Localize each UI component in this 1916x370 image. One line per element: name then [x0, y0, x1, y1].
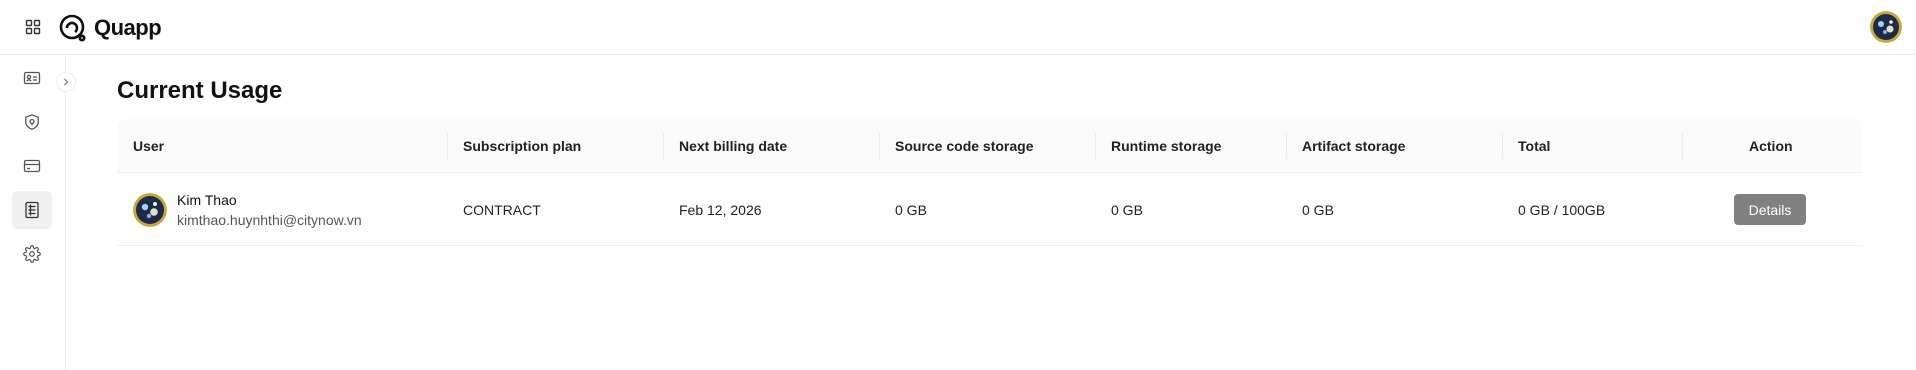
chevron-right-icon	[64, 78, 69, 86]
col-user: User	[133, 138, 165, 154]
gear-icon	[23, 245, 41, 263]
sidebar-item-usage[interactable]	[12, 191, 52, 229]
column-divider	[1502, 133, 1503, 159]
plan-cell: CONTRACT	[463, 201, 541, 218]
user-avatar	[133, 192, 167, 227]
user-email: kimthao.huynhthi@citynow.vn	[177, 211, 362, 228]
sidebar-collapse-button[interactable]	[56, 72, 76, 92]
total-storage-cell: 0 GB / 100GB	[1518, 201, 1606, 218]
id-card-icon	[23, 71, 41, 85]
user-cell: Kim Thao kimthao.huynhthi@citynow.vn	[133, 173, 362, 246]
column-divider	[447, 133, 448, 159]
sidebar-item-security[interactable]	[12, 103, 52, 141]
quapp-logo-icon	[59, 14, 86, 42]
col-runtime: Runtime storage	[1111, 138, 1222, 154]
sidebar-item-billing[interactable]	[12, 147, 52, 185]
user-avatar[interactable]	[1870, 11, 1902, 43]
table-row: Kim Thao kimthao.huynhthi@citynow.vn CON…	[117, 173, 1862, 246]
user-name: Kim Thao	[177, 191, 237, 208]
col-action: Action	[1749, 138, 1793, 154]
sidebar-item-profile[interactable]	[12, 59, 52, 97]
credit-card-icon	[23, 159, 41, 173]
app-name: Quapp	[94, 15, 162, 40]
details-button[interactable]: Details	[1734, 194, 1806, 225]
shield-icon	[25, 114, 39, 130]
source-storage-cell: 0 GB	[895, 201, 927, 218]
col-plan: Subscription plan	[463, 138, 582, 154]
action-cell: Details	[1734, 173, 1806, 246]
col-total: Total	[1518, 138, 1551, 154]
column-divider	[879, 133, 880, 159]
col-source: Source code storage	[895, 138, 1034, 154]
runtime-storage-cell: 0 GB	[1111, 201, 1143, 218]
top-bar: Quapp	[0, 0, 1916, 55]
artifact-storage-cell: 0 GB	[1302, 201, 1334, 218]
column-divider	[1682, 133, 1683, 159]
billing-date-cell: Feb 12, 2026	[679, 201, 762, 218]
usage-table: User Subscription plan Next billing date…	[117, 119, 1862, 246]
page-title: Current Usage	[117, 77, 283, 104]
app-logo[interactable]: Quapp	[58, 13, 162, 43]
sidebar-item-settings[interactable]	[12, 235, 52, 273]
table-header: User Subscription plan Next billing date…	[117, 119, 1862, 173]
grid-icon[interactable]	[22, 16, 44, 38]
column-divider	[1286, 133, 1287, 159]
sidebar	[0, 55, 66, 370]
usage-list-icon	[25, 201, 39, 219]
column-divider	[1095, 133, 1096, 159]
column-divider	[663, 133, 664, 159]
col-artifact: Artifact storage	[1302, 138, 1406, 154]
col-billing: Next billing date	[679, 138, 788, 154]
